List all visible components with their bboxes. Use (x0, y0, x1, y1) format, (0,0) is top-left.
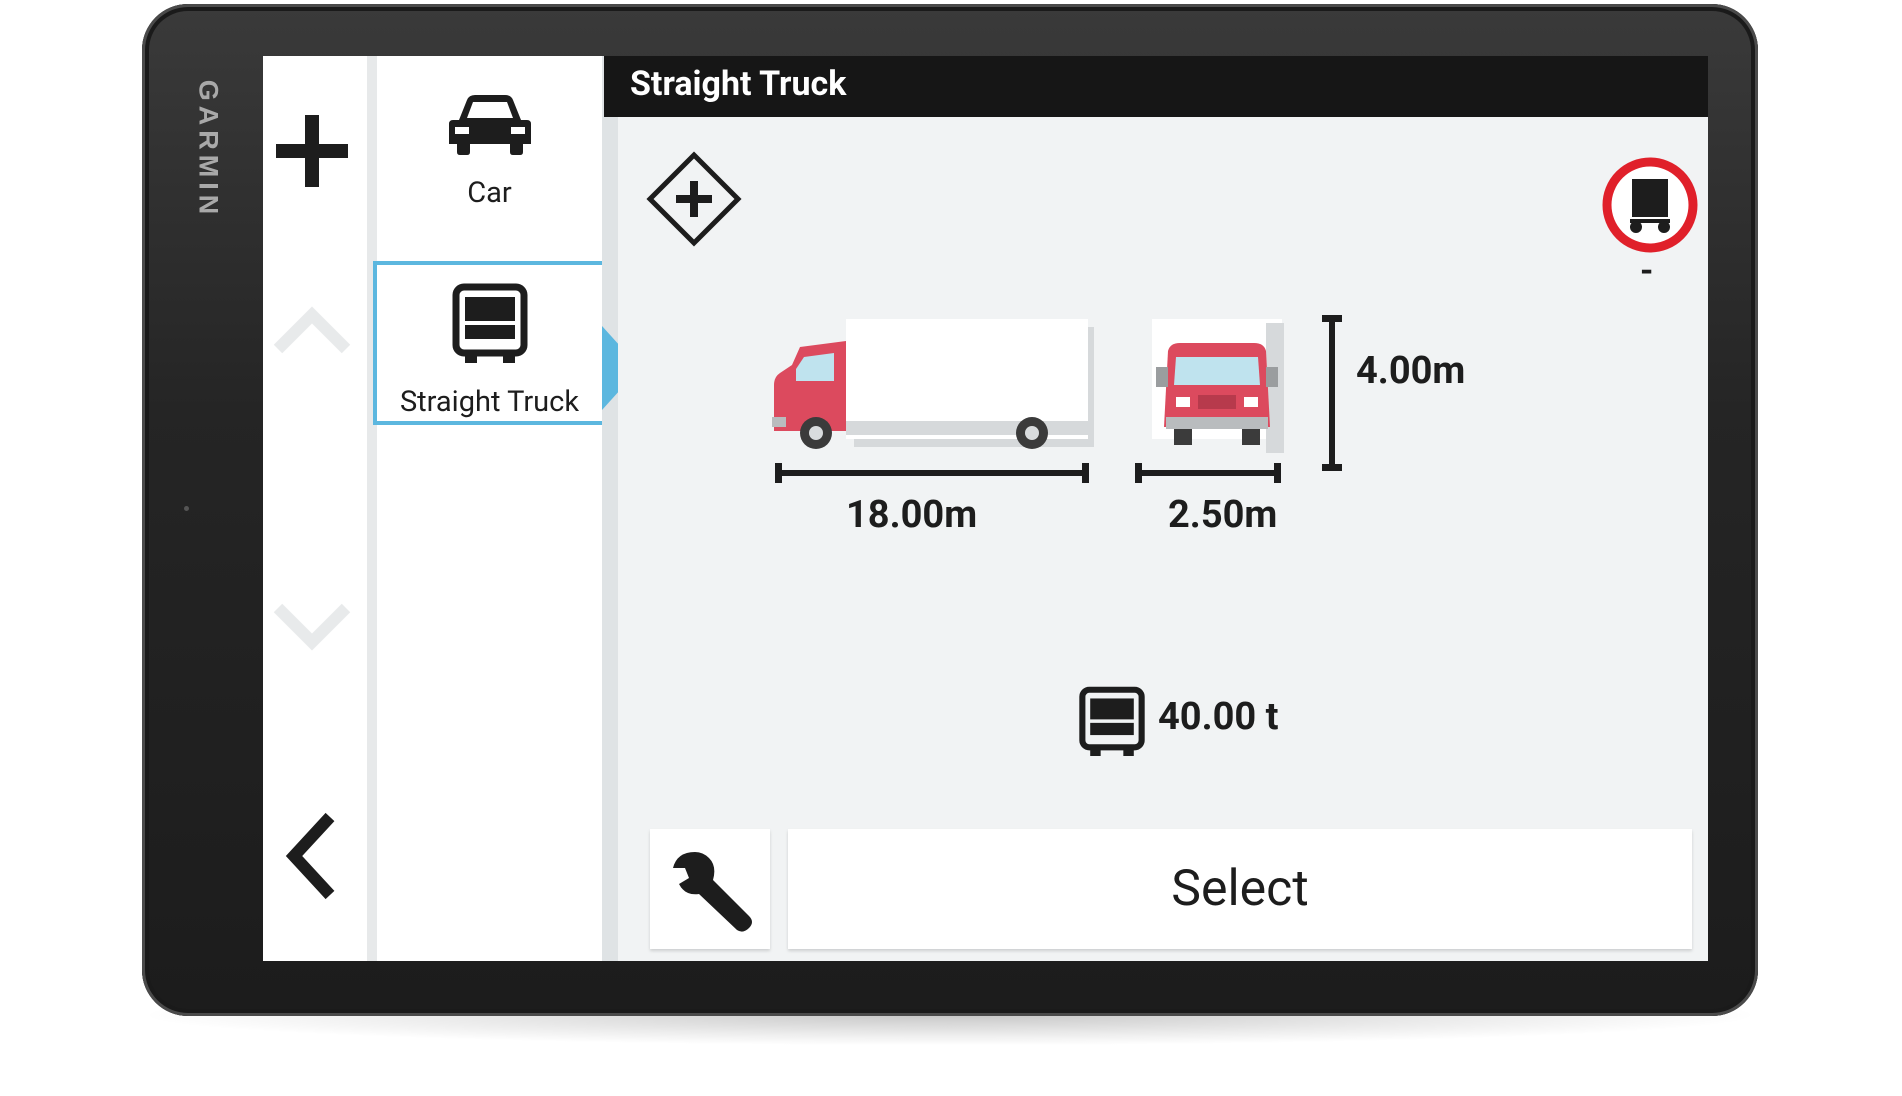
brand-logo: GARMIN (190, 64, 226, 234)
no-trucks-sign-icon[interactable] (1600, 155, 1700, 255)
truck-side-illustration (772, 319, 1094, 449)
brand-text: GARMIN (193, 79, 224, 219)
car-icon (448, 95, 531, 155)
wrench-icon (673, 852, 752, 932)
chevron-up-icon (273, 306, 351, 354)
vehicle-profile-panel: - 18.00m 2.50m 4.00m 40.00 t Select (618, 117, 1708, 961)
truck-front-illustration (1152, 319, 1284, 453)
list-item-label: Car (467, 176, 512, 210)
list-item-straight-truck[interactable]: Straight Truck (373, 261, 606, 425)
weight-value: 40.00 t (1158, 695, 1279, 739)
add-button[interactable] (269, 108, 355, 194)
length-dimension-line (775, 463, 1089, 483)
list-item-car[interactable]: Car (377, 76, 602, 236)
truck-front-icon (452, 283, 527, 363)
height-value: 4.00m (1356, 349, 1466, 393)
scroll-down-button[interactable] (269, 596, 355, 656)
scroll-up-button[interactable] (269, 301, 355, 361)
chevron-down-icon (273, 603, 351, 651)
weight-truck-icon (1079, 686, 1145, 756)
height-dimension-line (1322, 315, 1342, 471)
list-divider (602, 56, 618, 961)
vehicle-list: Car Straight Truck (373, 56, 606, 961)
tools-button[interactable] (650, 829, 770, 949)
plus-icon (276, 115, 348, 187)
page-title: Straight Truck (630, 64, 847, 104)
select-button[interactable]: Select (788, 829, 1692, 949)
back-arrow-icon (285, 812, 335, 900)
width-dimension-line (1135, 463, 1281, 483)
hazmat-diamond-plus-icon[interactable] (646, 151, 742, 247)
width-value: 2.50m (1168, 493, 1278, 537)
nav-column (263, 56, 367, 961)
length-value: 18.00m (846, 493, 978, 537)
screen: Car Straight Truck Straight Truck - 18.0… (263, 56, 1708, 961)
nav-divider (367, 56, 377, 961)
header-bar: Straight Truck (604, 56, 1708, 117)
light-sensor (184, 506, 189, 511)
back-button[interactable] (277, 806, 347, 906)
list-item-label: Straight Truck (399, 385, 580, 419)
restriction-value: - (1640, 251, 1654, 291)
